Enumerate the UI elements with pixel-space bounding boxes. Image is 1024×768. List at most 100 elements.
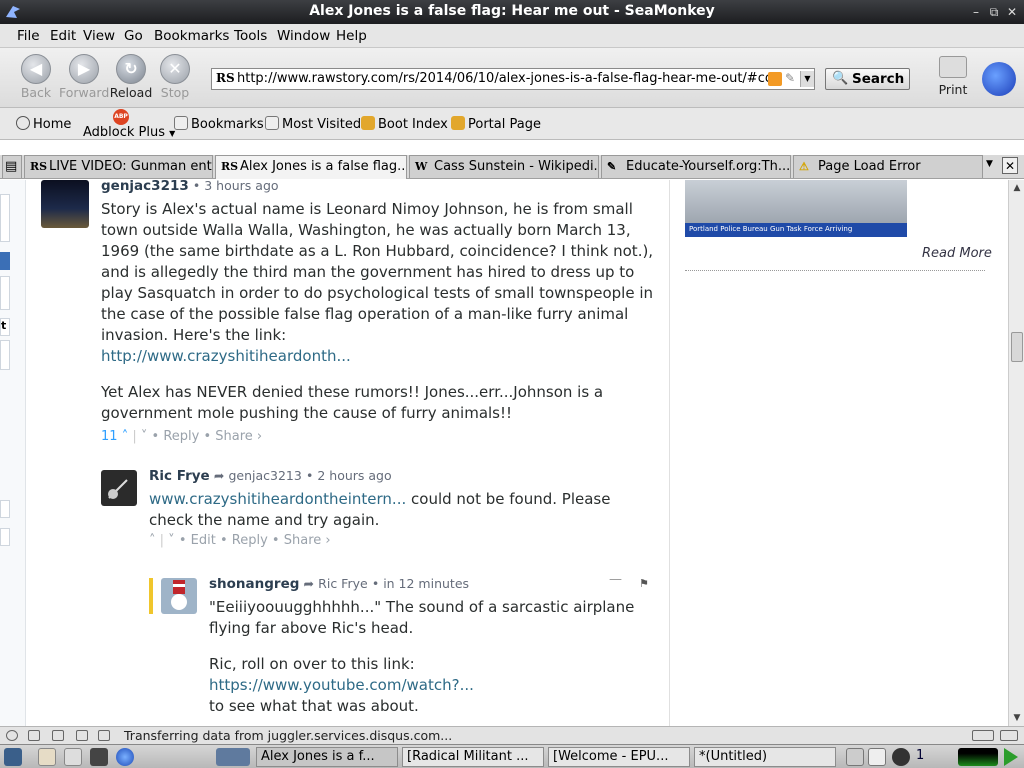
security-icon <box>1000 730 1018 741</box>
downvote-icon[interactable]: ˅ <box>168 533 175 548</box>
mail-icon[interactable] <box>28 730 40 741</box>
irc-icon[interactable] <box>98 730 110 741</box>
workspace-pager[interactable] <box>216 748 250 766</box>
menu-help[interactable]: Help <box>336 28 367 44</box>
close-tab-button[interactable]: ✕ <box>1002 157 1018 174</box>
clipboard-icon[interactable] <box>868 748 886 766</box>
adblock-plus-button[interactable]: ABP Adblock Plus ▼ <box>83 109 175 140</box>
portal-page-bookmark[interactable]: Portal Page <box>451 116 541 132</box>
keyboard-icon[interactable] <box>846 748 864 766</box>
home-button[interactable]: Home <box>16 116 71 132</box>
show-desktop-icon[interactable] <box>4 748 22 766</box>
edit-pencil-icon[interactable]: ✎ <box>785 71 795 85</box>
upvote-icon[interactable]: ˄ <box>149 533 156 548</box>
side-widget[interactable] <box>0 276 10 310</box>
maximize-button[interactable]: ⧉ <box>986 4 1002 20</box>
side-widget[interactable] <box>0 528 10 546</box>
share-link[interactable]: Share › <box>284 533 331 548</box>
comment-timestamp[interactable]: 2 hours ago <box>317 468 391 483</box>
task-welcome-epu[interactable]: [Welcome - EPU... <box>548 747 690 767</box>
menu-file[interactable]: File <box>17 28 40 44</box>
url-history-dropdown-icon[interactable]: ▼ <box>800 71 814 87</box>
side-widget[interactable] <box>0 500 10 518</box>
volume-icon[interactable] <box>892 748 910 766</box>
flag-icon[interactable]: ⚑ <box>639 577 649 590</box>
scroll-down-icon[interactable]: ▼ <box>1011 712 1023 724</box>
menu-window[interactable]: Window <box>277 28 330 44</box>
menu-bookmarks[interactable]: Bookmarks <box>154 28 229 44</box>
share-link[interactable]: Share › <box>215 429 262 444</box>
close-window-button[interactable]: ✕ <box>1004 4 1020 20</box>
reply-link[interactable]: Reply <box>163 429 199 444</box>
collapse-icon[interactable]: — <box>609 572 622 587</box>
in-reply-to[interactable]: Ric Frye <box>318 576 368 591</box>
text-editor-icon[interactable] <box>38 748 56 766</box>
task-untitled[interactable]: *(Untitled) <box>694 747 836 767</box>
vertical-scrollbar[interactable]: ▲ ▼ <box>1008 180 1024 726</box>
reply-link[interactable]: Reply <box>232 533 268 548</box>
url-bar[interactable]: RS http://www.rawstory.com/rs/2014/06/10… <box>211 68 815 90</box>
most-visited-folder[interactable]: Most Visited <box>265 116 361 132</box>
rss-feed-icon[interactable] <box>768 72 782 86</box>
play-arrow-icon[interactable] <box>1004 748 1018 766</box>
side-widget[interactable] <box>0 194 10 242</box>
comment-author[interactable]: genjac3213 <box>101 180 189 194</box>
tab-educate-yourself[interactable]: ✎ Educate-Yourself.org:Th... <box>601 155 791 178</box>
comment-timestamp[interactable]: in 12 minutes <box>383 576 469 591</box>
facebook-share-icon[interactable] <box>0 252 10 270</box>
menu-edit[interactable]: Edit <box>50 28 76 44</box>
browser-icon[interactable] <box>116 748 134 766</box>
comment-timestamp[interactable]: 3 hours ago <box>204 180 278 193</box>
menu-view[interactable]: View <box>83 28 115 44</box>
scroll-thumb[interactable] <box>1011 332 1023 362</box>
wikipedia-favicon: W <box>415 160 428 173</box>
upvote-icon[interactable]: ˄ <box>122 429 129 444</box>
comment-author[interactable]: Ric Frye <box>149 468 210 484</box>
tab-live-video[interactable]: RS LIVE VIDEO: Gunman ent... <box>24 155 213 178</box>
side-widget[interactable] <box>0 340 10 370</box>
avatar-shonangreg[interactable] <box>161 578 197 614</box>
stop-button[interactable]: ✕ Stop <box>150 54 200 100</box>
rawstory-favicon: RS <box>221 160 239 173</box>
file-manager-icon[interactable] <box>64 748 82 766</box>
edit-link[interactable]: Edit <box>191 533 216 548</box>
print-button[interactable]: Print <box>931 56 975 97</box>
url-input[interactable]: http://www.rawstory.com/rs/2014/06/10/al… <box>237 71 770 86</box>
boot-index-bookmark[interactable]: Boot Index <box>361 116 448 132</box>
search-button[interactable]: 🔍 Search <box>825 68 910 90</box>
read-more-link[interactable]: Read More <box>922 246 992 261</box>
tab-page-load-error[interactable]: ⚠ Page Load Error <box>793 155 983 178</box>
address-book-icon[interactable] <box>76 730 88 741</box>
tab-list-icon[interactable]: ▤ <box>2 155 22 178</box>
back-button[interactable]: ◀ Back <box>11 54 61 100</box>
forward-button[interactable]: ▶ Forward <box>59 54 109 100</box>
comment-link[interactable]: https://www.youtube.com/watch?... <box>209 676 474 694</box>
seamonkey-throbber-icon[interactable] <box>982 62 1016 96</box>
menu-tools[interactable]: Tools <box>234 28 267 44</box>
composer-icon[interactable] <box>52 730 64 741</box>
tab-strip: ▤ RS LIVE VIDEO: Gunman ent... RS Alex Jon… <box>0 155 1024 179</box>
menu-go[interactable]: Go <box>124 28 143 44</box>
stop-x-icon: ✕ <box>160 54 190 84</box>
reload-button[interactable]: ↻ Reload <box>106 54 156 100</box>
tab-alex-jones[interactable]: RS Alex Jones is a false flag... <box>215 155 407 179</box>
downvote-icon[interactable]: ˅ <box>141 429 148 444</box>
avatar-ric-frye[interactable] <box>101 470 137 506</box>
task-alex-jones[interactable]: Alex Jones is a f... <box>256 747 398 767</box>
in-reply-to[interactable]: genjac3213 <box>228 468 301 483</box>
side-widget-t[interactable]: t <box>0 318 10 336</box>
all-tabs-dropdown-icon[interactable]: ▼ <box>986 159 993 169</box>
task-radical-militant[interactable]: [Radical Militant ... <box>402 747 544 767</box>
comment-link[interactable]: http://www.crazyshitiheardonth... <box>101 347 351 365</box>
comment-link[interactable]: www.crazyshitiheardontheintern... <box>149 490 406 508</box>
scroll-up-icon[interactable]: ▲ <box>1011 182 1023 194</box>
navigator-icon[interactable] <box>6 730 18 741</box>
news-thumbnail-image[interactable]: Portland Police Bureau Gun Task Force Ar… <box>685 180 907 237</box>
avatar-genjac3213[interactable] <box>41 180 89 228</box>
bookmarks-folder[interactable]: Bookmarks <box>174 116 264 132</box>
bookmark-icon <box>361 116 375 130</box>
terminal-icon[interactable] <box>90 748 108 766</box>
comment-author[interactable]: shonangreg <box>209 576 299 592</box>
minimize-button[interactable]: – <box>968 4 984 20</box>
tab-cass-sunstein[interactable]: W Cass Sunstein - Wikipedi... <box>409 155 599 178</box>
